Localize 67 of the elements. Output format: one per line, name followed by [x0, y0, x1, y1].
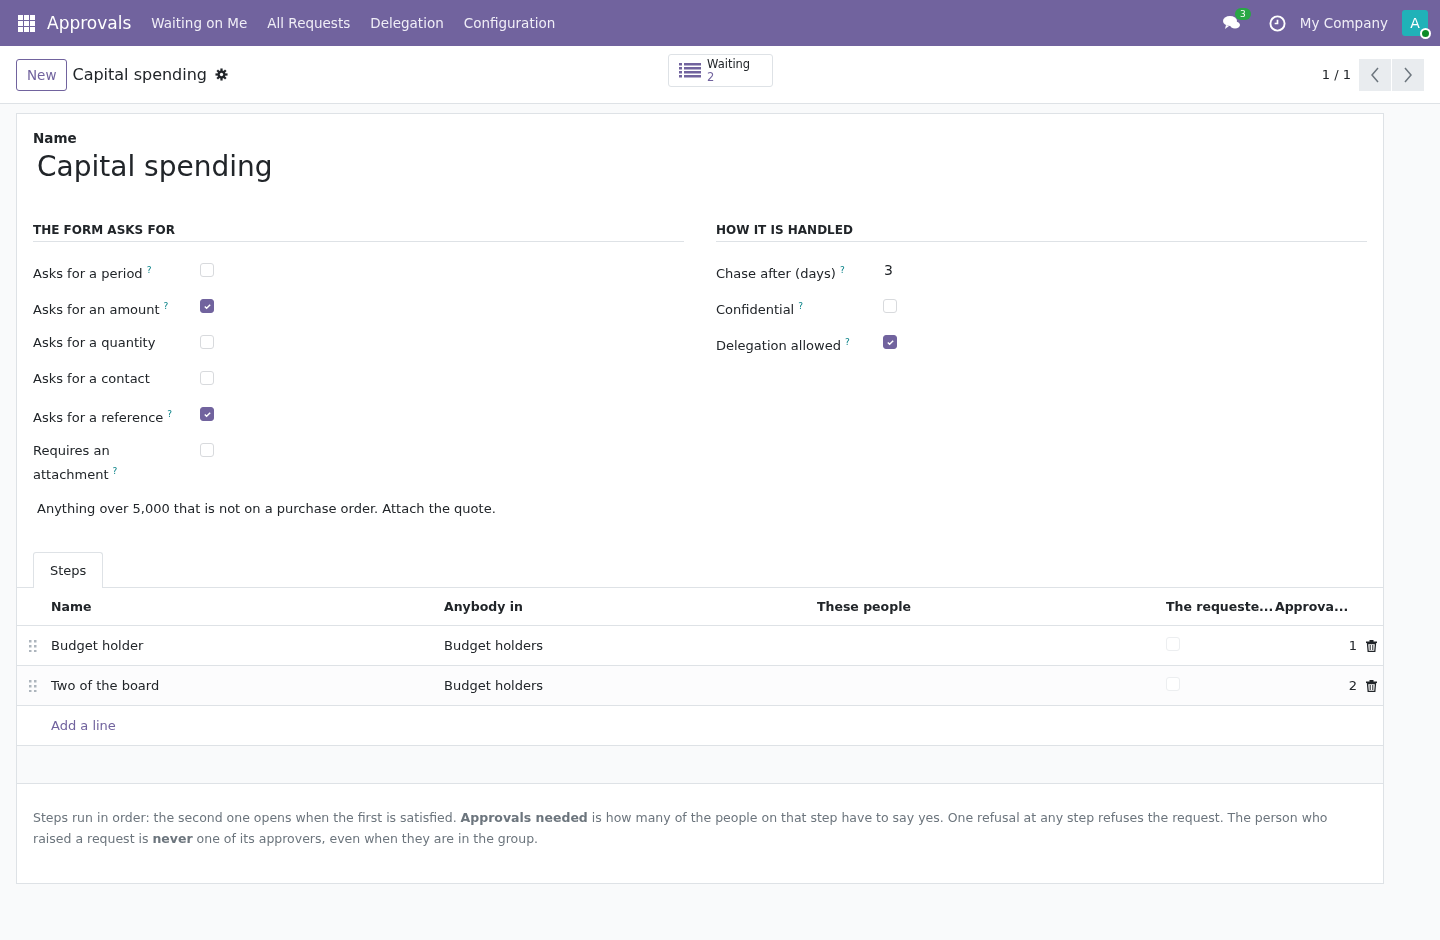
- column-header[interactable]: Approva...: [1275, 599, 1383, 615]
- description-text[interactable]: Anything over 5,000 that is not on a purchase order. Attach the quote.: [17, 485, 1383, 517]
- field-label: Asks for a reference $^{?}$: [33, 408, 174, 428]
- field-label: Requires an attachment $^{?}$: [33, 442, 119, 485]
- help-icon[interactable]: ?: [839, 265, 845, 275]
- help-icon[interactable]: ?: [146, 265, 152, 275]
- help-icon[interactable]: ?: [844, 337, 850, 347]
- chat-icon[interactable]: [1222, 15, 1241, 31]
- checkmark-icon: [885, 337, 895, 347]
- column-header[interactable]: The requeste...: [1166, 599, 1275, 615]
- field-label: Chase after (days) $^{?}$: [716, 264, 846, 284]
- section-title: HOW IT IS HANDLED: [716, 223, 1367, 242]
- previous-button[interactable]: [1359, 58, 1391, 91]
- field-label: Asks for an amount $^{?}$: [33, 300, 170, 320]
- nav-menu-item[interactable]: Delegation: [370, 15, 444, 31]
- column-header[interactable]: These people: [817, 599, 1166, 615]
- app-title[interactable]: Approvals: [47, 13, 132, 33]
- trash-icon[interactable]: [1366, 639, 1377, 652]
- table-cell-text: Budget holder: [51, 638, 145, 654]
- new-button[interactable]: New: [16, 58, 68, 91]
- field-label: Asks for a quantity: [33, 334, 157, 352]
- table-cell-text: Two of the board: [51, 678, 161, 694]
- breadcrumb: Capital spending: [72, 65, 207, 84]
- nav-menu-item[interactable]: Waiting on Me: [151, 15, 248, 31]
- online-status-icon: [1420, 28, 1431, 39]
- help-icon[interactable]: ?: [798, 301, 804, 311]
- trash-icon[interactable]: [1366, 679, 1377, 692]
- help-icon[interactable]: ?: [112, 466, 118, 476]
- next-button[interactable]: [1392, 58, 1424, 91]
- name-label: Name: [32, 130, 78, 146]
- help-icon[interactable]: ?: [163, 301, 169, 311]
- name-field[interactable]: Capital spending: [17, 146, 1383, 183]
- clock-icon[interactable]: [1268, 14, 1286, 32]
- checkmark-icon: [202, 409, 212, 419]
- number-field[interactable]: 3: [876, 260, 1367, 281]
- column-header[interactable]: Name: [51, 599, 444, 615]
- checkbox[interactable]: [200, 299, 214, 313]
- drag-handle-icon[interactable]: [29, 639, 37, 652]
- chevron-left-icon: [1370, 66, 1380, 83]
- checkbox[interactable]: [200, 407, 214, 421]
- help-icon[interactable]: ?: [167, 409, 173, 419]
- nav-menu-item[interactable]: All Requests: [267, 15, 351, 31]
- table-cell-text: Budget holders: [444, 638, 545, 654]
- apps-menu-icon[interactable]: [18, 14, 35, 32]
- message-count: 3: [1235, 8, 1251, 20]
- checkbox[interactable]: [883, 335, 897, 349]
- drag-handle-icon[interactable]: [29, 679, 37, 692]
- nav-menu-item[interactable]: Configuration: [463, 15, 556, 31]
- table-cell-text: Budget holders: [444, 678, 545, 694]
- field-label: Delegation allowed $^{?}$: [716, 336, 851, 356]
- company-switcher[interactable]: My Company: [1299, 15, 1388, 31]
- section-title: THE FORM ASKS FOR: [33, 223, 684, 242]
- add-line-link[interactable]: Add a line: [51, 718, 444, 734]
- table-cell-text: 2: [1347, 678, 1357, 694]
- checkmark-icon: [202, 301, 212, 311]
- column-header[interactable]: Anybody in: [444, 599, 817, 615]
- field-label: Confidential $^{?}$: [716, 300, 805, 320]
- field-label: Asks for a period $^{?}$: [33, 264, 153, 284]
- gear-icon[interactable]: [215, 68, 228, 81]
- table-cell-text: 1: [1347, 638, 1357, 654]
- list-icon: [679, 62, 701, 79]
- chevron-right-icon: [1403, 66, 1413, 83]
- pager-value: 1 / 1: [1321, 67, 1351, 82]
- tab[interactable]: Steps: [33, 552, 104, 589]
- help-note: Steps run in order: the second one opens when the first is satisfied. Approvals needed is how many of the people on that step have to say yes. One refusal at any step refuses the request. The person who raised a request is never one of its approvers, even when they are in the group.: [32, 809, 1329, 849]
- waiting-smart-button[interactable]: Waiting 2: [668, 54, 773, 87]
- field-label: Asks for a contact: [33, 370, 151, 388]
